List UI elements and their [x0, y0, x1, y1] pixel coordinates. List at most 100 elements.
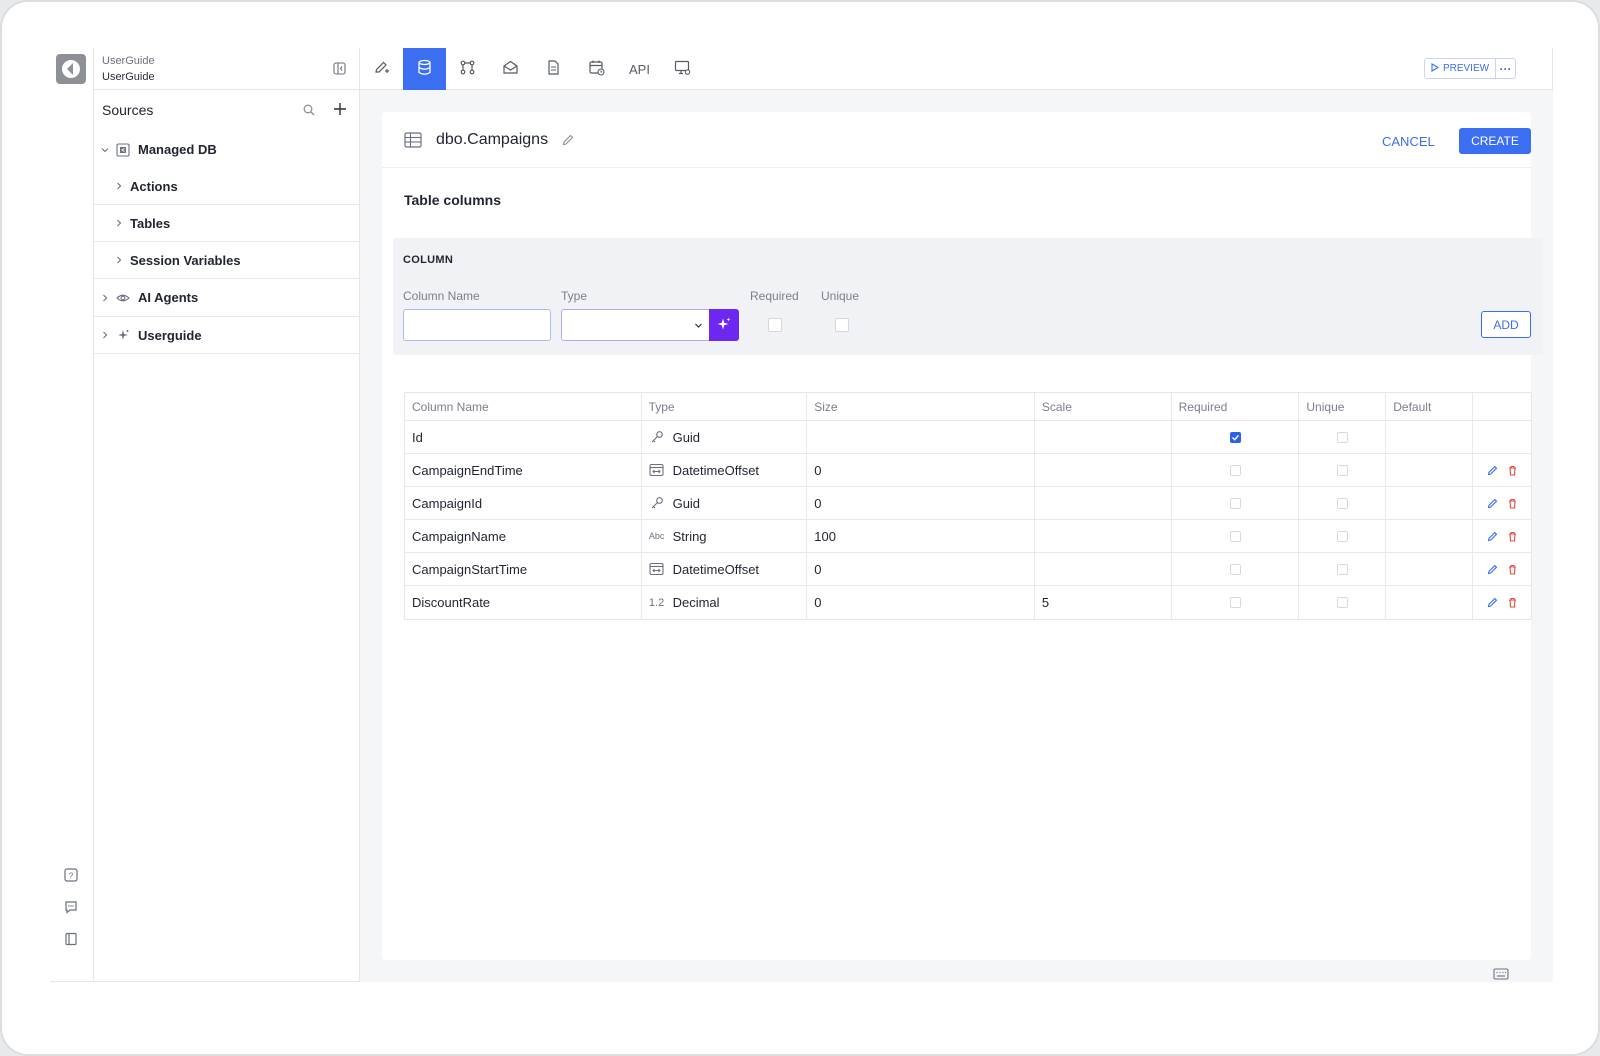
tree-item-label: Managed DB — [138, 142, 217, 157]
table-row[interactable]: CampaignName Abc String 100 — [405, 520, 1531, 553]
book-icon[interactable] — [64, 932, 78, 946]
abc-icon: Abc — [648, 531, 665, 541]
cell-actions — [1473, 421, 1531, 453]
checkbox-unchecked[interactable] — [1229, 597, 1241, 608]
table-row[interactable]: CampaignEndTime DatetimeOffset 0 — [405, 454, 1531, 487]
cell-column-name: CampaignId — [405, 487, 642, 519]
checkbox-unchecked[interactable] — [1336, 497, 1348, 509]
edit-icon[interactable] — [1486, 464, 1498, 476]
tree-item-tables[interactable]: Tables — [94, 205, 360, 242]
search-icon[interactable] — [302, 103, 316, 117]
cell-column-name: CampaignStartTime — [405, 553, 642, 585]
create-button[interactable]: CREATE — [1459, 128, 1531, 154]
database-box-icon — [116, 142, 130, 157]
type-select[interactable] — [561, 309, 709, 341]
delete-icon[interactable] — [1506, 464, 1518, 476]
help-icon[interactable]: ? — [64, 868, 78, 882]
sources-sidebar: UserGuide UserGuide Sources Managed DB A… — [94, 48, 360, 982]
tab-database[interactable] — [403, 48, 446, 90]
cell-column-name: Id — [405, 421, 642, 453]
checkbox-unchecked[interactable] — [1229, 530, 1241, 542]
cell-default — [1386, 454, 1474, 486]
tree-item-session-variables[interactable]: Session Variables — [94, 242, 360, 279]
preview-button[interactable]: PREVIEW — [1424, 58, 1496, 79]
tree-item-userguide[interactable]: Userguide — [94, 317, 360, 354]
tree-item-label: Tables — [130, 215, 171, 231]
tree-item-managed-db[interactable]: Managed DB — [94, 131, 360, 168]
edit-icon[interactable] — [1486, 497, 1498, 509]
tree-item-ai-agents[interactable]: AI Agents — [94, 279, 360, 317]
ai-suggest-button[interactable] — [709, 309, 739, 341]
checkbox-unchecked[interactable] — [1336, 563, 1348, 575]
eye-icon — [116, 291, 130, 305]
tab-api[interactable]: API — [618, 48, 661, 90]
checkbox-unchecked[interactable] — [1229, 497, 1241, 509]
tab-email[interactable] — [489, 48, 532, 90]
required-checkbox[interactable] — [768, 318, 782, 332]
delete-icon[interactable] — [1506, 530, 1518, 542]
tab-settings[interactable] — [661, 48, 704, 90]
column-form: COLUMN Column Name Type Required Unique … — [393, 238, 1543, 355]
chevron-right-icon — [100, 330, 110, 340]
tab-scheduler[interactable] — [575, 48, 618, 90]
add-source-icon[interactable] — [332, 101, 348, 117]
cell-unique — [1299, 553, 1387, 585]
cell-scale — [1035, 421, 1172, 453]
cell-unique — [1299, 487, 1387, 519]
sparkle-icon — [716, 316, 732, 335]
column-name-input[interactable] — [403, 309, 551, 341]
cell-type: Guid — [642, 421, 808, 453]
cell-default — [1386, 520, 1474, 552]
app-window: ? UserGuide UserGuide Sources Managed DB… — [50, 48, 1553, 982]
edit-icon[interactable] — [1486, 597, 1498, 609]
tab-workflows[interactable] — [446, 48, 489, 90]
delete-icon[interactable] — [1506, 497, 1518, 509]
app-logo[interactable] — [56, 54, 86, 84]
checkbox-unchecked[interactable] — [1229, 464, 1241, 476]
checkbox-unchecked[interactable] — [1229, 563, 1241, 575]
editor-header: dbo.Campaigns CANCEL CREATE — [382, 112, 1531, 168]
edit-icon[interactable] — [1486, 563, 1498, 575]
collapse-sidebar-icon[interactable] — [333, 62, 346, 75]
workspace-name: UserGuide — [102, 55, 155, 67]
type-label: Decimal — [672, 595, 720, 610]
tab-documents[interactable] — [532, 48, 575, 90]
table-row[interactable]: Id Guid — [405, 421, 1531, 454]
checkbox-unchecked[interactable] — [1336, 464, 1348, 476]
workspace-subtitle: UserGuide — [102, 71, 155, 83]
keyboard-icon[interactable] — [1493, 968, 1509, 980]
icon-rail: ? — [50, 48, 94, 982]
edit-name-icon[interactable] — [562, 134, 574, 146]
table-row[interactable]: DiscountRate 1.2 Decimal 0 5 — [405, 586, 1531, 619]
cancel-button[interactable]: CANCEL — [1372, 128, 1445, 154]
cell-column-name: DiscountRate — [405, 586, 642, 619]
column-name-label: Column Name — [403, 289, 480, 303]
type-label: Type — [561, 289, 588, 303]
tab-pages[interactable] — [360, 48, 403, 90]
section-title: Table columns — [404, 192, 501, 208]
add-column-button[interactable]: ADD — [1481, 311, 1531, 338]
svg-text:?: ? — [69, 872, 74, 881]
edit-icon[interactable] — [1486, 530, 1498, 542]
cell-size — [807, 421, 1035, 453]
chat-icon[interactable] — [64, 900, 78, 914]
cell-default — [1386, 487, 1474, 519]
unique-checkbox[interactable] — [835, 318, 849, 332]
delete-icon[interactable] — [1506, 563, 1518, 575]
workspace-header: UserGuide UserGuide — [94, 48, 360, 90]
checkbox-checked[interactable] — [1229, 431, 1241, 443]
table-row[interactable]: CampaignId Guid 0 — [405, 487, 1531, 520]
checkbox-unchecked[interactable] — [1336, 431, 1348, 443]
checkbox-unchecked[interactable] — [1336, 597, 1348, 608]
cell-scale — [1035, 454, 1172, 486]
table-row[interactable]: CampaignStartTime DatetimeOffset 0 — [405, 553, 1531, 586]
more-options-button[interactable]: ··· — [1496, 58, 1516, 79]
cell-unique — [1299, 454, 1387, 486]
cell-type: 1.2 Decimal — [642, 586, 808, 619]
delete-icon[interactable] — [1506, 597, 1518, 609]
columns-table: Column Name Type Size Scale Required Uni… — [404, 392, 1532, 620]
checkbox-unchecked[interactable] — [1336, 530, 1348, 542]
type-label: DatetimeOffset — [672, 462, 760, 478]
cell-required — [1172, 421, 1300, 453]
tree-item-actions[interactable]: Actions — [94, 168, 360, 205]
